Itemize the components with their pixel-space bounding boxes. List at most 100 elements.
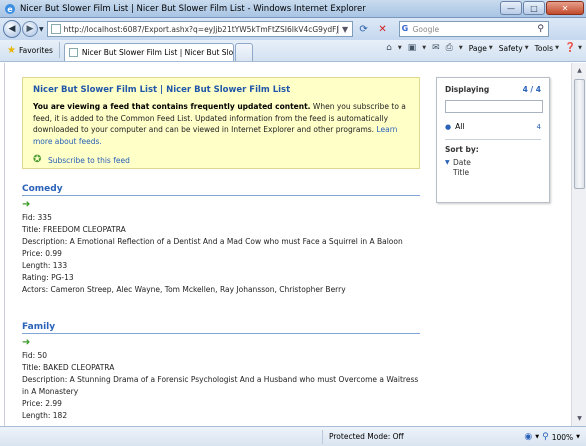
subscribe-feed-icon: ✪ (33, 154, 42, 165)
sort-descending-icon: ▼ (445, 159, 450, 166)
chevron-down-icon: ▼ (578, 45, 582, 51)
feed-item-heading[interactable]: Comedy (22, 184, 420, 196)
tab-page-icon (68, 48, 78, 57)
address-row: ◀ ▶ ▼ http://localhost:6087/Export.ashx?… (0, 18, 586, 40)
tools-menu[interactable]: Tools ▼ (535, 44, 559, 53)
chevron-down-icon: ▼ (488, 45, 493, 51)
subscribe-link[interactable]: ✪ Subscribe to this feed (33, 155, 409, 165)
subscribe-label: Subscribe to this feed (48, 155, 130, 165)
filter-input[interactable] (445, 100, 543, 113)
globe-icon: ◉ (524, 432, 533, 442)
back-button[interactable]: ◀ (3, 20, 21, 38)
sort-date-option[interactable]: ▼ Date (445, 158, 541, 167)
status-bar: Protected Mode: Off ◉ ▼ ⚲ 100% ▼ (0, 426, 586, 446)
vertical-scrollbar[interactable]: ▲ ▼ (571, 63, 586, 426)
green-arrow-icon[interactable]: ➜ (22, 199, 420, 211)
print-icon[interactable]: ⎙ (446, 43, 453, 53)
protected-mode-status[interactable]: Protected Mode: Off (322, 430, 432, 444)
maximize-button[interactable]: □ (523, 1, 545, 15)
address-url[interactable]: http://localhost:6087/Export.ashx?q=eyJj… (64, 25, 338, 34)
filter-all[interactable]: ● All 4 (445, 122, 541, 131)
google-icon: G (401, 23, 409, 33)
feed-item-comedy: Comedy ➜ Fid: 335 Title: FREEDOM CLEOPAT… (22, 184, 420, 296)
item-line: Fid: 335 (22, 213, 52, 222)
forward-button[interactable]: ▶ (22, 21, 38, 37)
page-menu-label: Page (468, 43, 487, 53)
favorites-label: Favorites (18, 45, 53, 55)
search-input[interactable]: Google (413, 25, 534, 34)
print-dropdown-icon[interactable]: ▼ (459, 45, 463, 51)
internet-explorer-logo-icon: e (5, 3, 15, 14)
stop-icon: ✕ (378, 23, 387, 35)
item-line: Price: 0.99 (22, 249, 62, 258)
filter-all-count: 4 (536, 122, 541, 131)
search-box[interactable]: G Google ⚲ (398, 21, 549, 37)
minimize-button[interactable]: — (500, 1, 522, 15)
filter-all-label: All (455, 122, 465, 131)
item-line: Price: 2.99 (22, 399, 62, 408)
recent-pages-dropdown[interactable]: ▼ (39, 26, 44, 33)
refresh-button[interactable]: ⟳ (356, 21, 372, 37)
scrollbar-thumb[interactable] (574, 79, 585, 189)
back-arrow-icon: ◀ (8, 24, 16, 34)
feed-notice-bold: You are viewing a feed that contains fre… (33, 102, 311, 111)
feed-filter-panel: Displaying 4 / 4 ● All 4 Sort by: ▼ Date… (436, 77, 550, 203)
scroll-up-icon[interactable]: ▲ (574, 65, 585, 76)
search-icon[interactable]: ⚲ (534, 24, 548, 34)
item-line: Actors: Cameron Streep, Alec Wayne, Tom … (22, 285, 346, 294)
item-line: Rating: PG-13 (22, 273, 74, 282)
item-line: Length: 133 (22, 261, 68, 270)
chevron-down-icon: ▼ (524, 45, 529, 51)
page-icon (50, 24, 61, 34)
feed-item-heading[interactable]: Family (22, 322, 420, 334)
home-dropdown-icon[interactable]: ▼ (398, 45, 402, 51)
feed-notice: You are viewing a feed that contains fre… (33, 101, 409, 147)
command-bar: ⌂ ▼ ▣ ▼ ✉ ⎙ ▼ Page ▼ Safety ▼ Tools ▼ ❓ ▼ (386, 43, 582, 53)
chevron-down-icon: ▼ (576, 434, 580, 440)
safety-menu-label: Safety (498, 43, 523, 53)
feed-item-family: Family ➜ Fid: 50 Title: BAKED CLEOPATRA … (22, 322, 420, 422)
feed-item-body: Fid: 335 Title: FREEDOM CLEOPATRA Descri… (22, 212, 420, 296)
separator (58, 42, 60, 58)
help-menu[interactable]: ❓ ▼ (565, 43, 582, 53)
safety-menu[interactable]: Safety ▼ (499, 44, 529, 53)
tab-label: Nicer But Slower Film List | Nicer But S… (81, 48, 233, 57)
help-icon: ❓ (564, 43, 577, 53)
address-bar[interactable]: http://localhost:6087/Export.ashx?q=eyJj… (46, 21, 353, 37)
feed-title: Nicer But Slower Film List | Nicer But S… (33, 85, 291, 95)
feed-item-body: Fid: 50 Title: BAKED CLEOPATRA Descripti… (22, 350, 420, 422)
feeds-icon[interactable]: ▣ (408, 43, 417, 53)
star-icon: ★ (7, 44, 16, 56)
chevron-down-icon: ▼ (535, 434, 540, 440)
page-menu[interactable]: Page ▼ (469, 44, 493, 53)
scroll-down-icon[interactable]: ▼ (574, 413, 585, 424)
sort-title-option[interactable]: Title (445, 168, 541, 177)
home-icon[interactable]: ⌂ (386, 43, 392, 53)
item-line: Length: 182 (22, 411, 68, 420)
zoom-control[interactable]: ◉ ▼ ⚲ 100% ▼ (524, 430, 580, 444)
item-line: Title: FREEDOM CLEOPATRA (22, 225, 126, 234)
tab-active[interactable]: Nicer But Slower Film List | Nicer But S… (63, 43, 234, 61)
displaying-count: 4 / 4 (522, 85, 541, 94)
forward-arrow-icon: ▶ (26, 24, 34, 34)
feed-info-banner: Nicer But Slower Film List | Nicer But S… (22, 77, 420, 169)
sort-date-label: Date (453, 158, 471, 167)
stop-button[interactable]: ✕ (375, 21, 391, 37)
displaying-label: Displaying (445, 85, 490, 94)
item-line: Description: A Emotional Reflection of a… (22, 237, 403, 246)
window-title: Nicer But Slower Film List | Nicer But S… (20, 3, 366, 14)
mail-icon[interactable]: ✉ (432, 43, 440, 53)
feeds-dropdown-icon[interactable]: ▼ (422, 45, 426, 51)
new-tab-button[interactable] (234, 43, 253, 61)
item-line: Fid: 50 (22, 351, 48, 360)
chevron-down-icon: ▼ (555, 45, 559, 51)
panel-divider (445, 139, 541, 140)
green-arrow-icon[interactable]: ➜ (22, 337, 420, 349)
window-title-bar: e Nicer But Slower Film List | Nicer But… (0, 0, 586, 18)
item-line: Title: BAKED CLEOPATRA (22, 363, 115, 372)
close-button[interactable]: ✕ (546, 1, 584, 15)
address-dropdown-icon[interactable]: ▼ (337, 24, 352, 34)
window-controls: — □ ✕ (500, 1, 584, 15)
favorites-button[interactable]: ★ Favorites (3, 41, 57, 59)
command-row: ★ Favorites Nicer But Slower Film List |… (0, 40, 586, 62)
